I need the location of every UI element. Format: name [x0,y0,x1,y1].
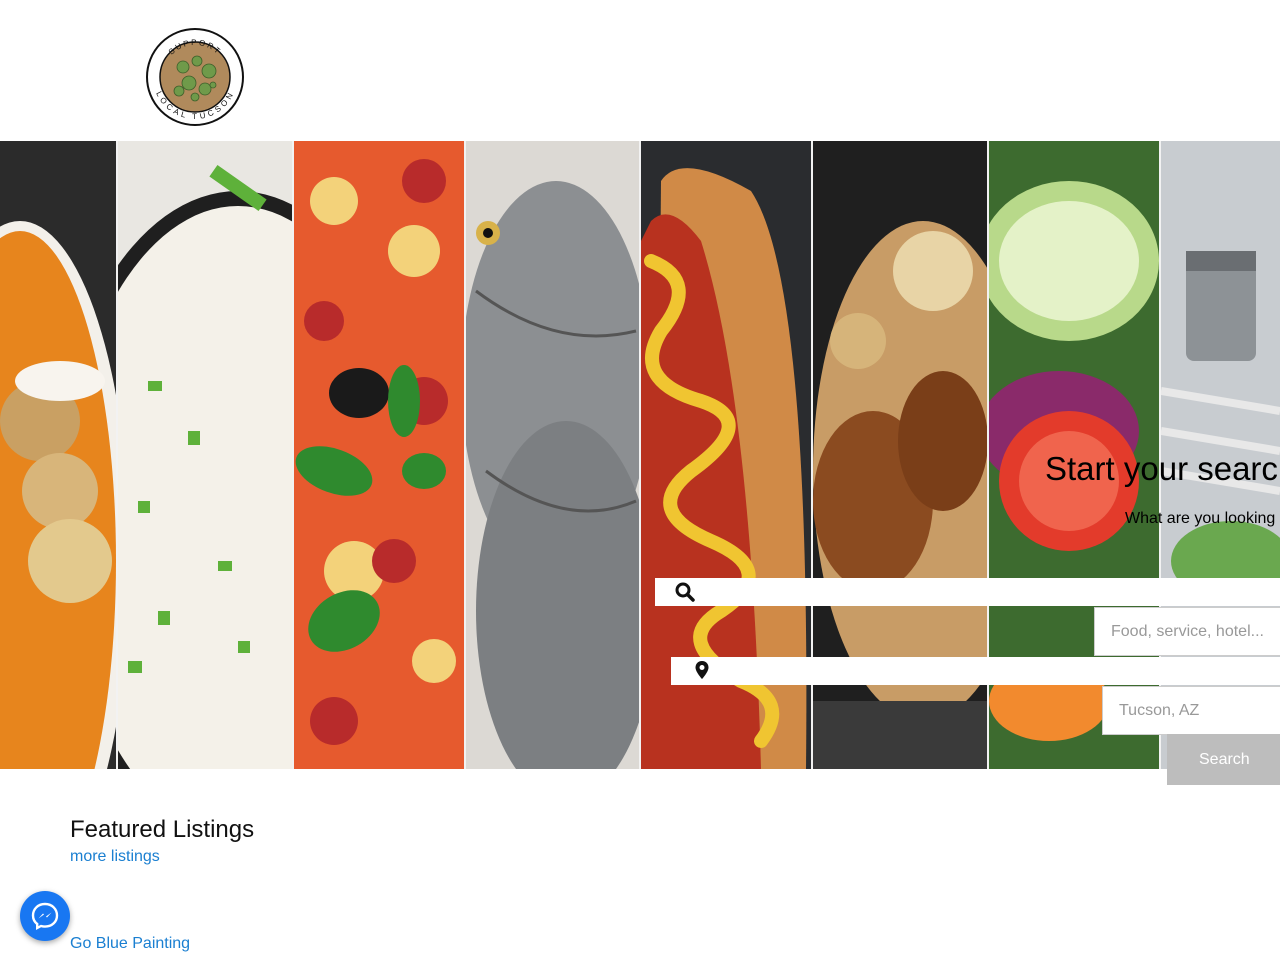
search-where-input[interactable] [1102,686,1280,735]
more-listings-link[interactable]: more listings [70,848,160,866]
site-logo[interactable]: SUPPORT LOCAL TUCSON [145,27,245,127]
listing-link-go-blue-painting[interactable]: Go Blue Painting [70,935,190,953]
search-what-bar [655,578,1280,606]
search-what-input[interactable] [1094,607,1280,656]
hero-image-soup [0,141,117,769]
messenger-chat-button[interactable] [20,891,70,941]
cactus-logo-icon: SUPPORT LOCAL TUCSON [146,28,244,126]
hero-title: Start your search [1045,450,1280,487]
search-button[interactable]: Search [1167,734,1280,785]
search-where-bar [671,657,1280,685]
featured-listings-title: Featured Listings [70,816,255,843]
hero-image-fish [466,141,639,769]
hero-subtitle: What are you looking [1125,510,1276,527]
hero-image-pizza [294,141,464,769]
hero-image-rice [118,141,292,769]
search-icon [675,582,695,602]
map-pin-icon [695,661,709,679]
messenger-icon [31,902,59,930]
